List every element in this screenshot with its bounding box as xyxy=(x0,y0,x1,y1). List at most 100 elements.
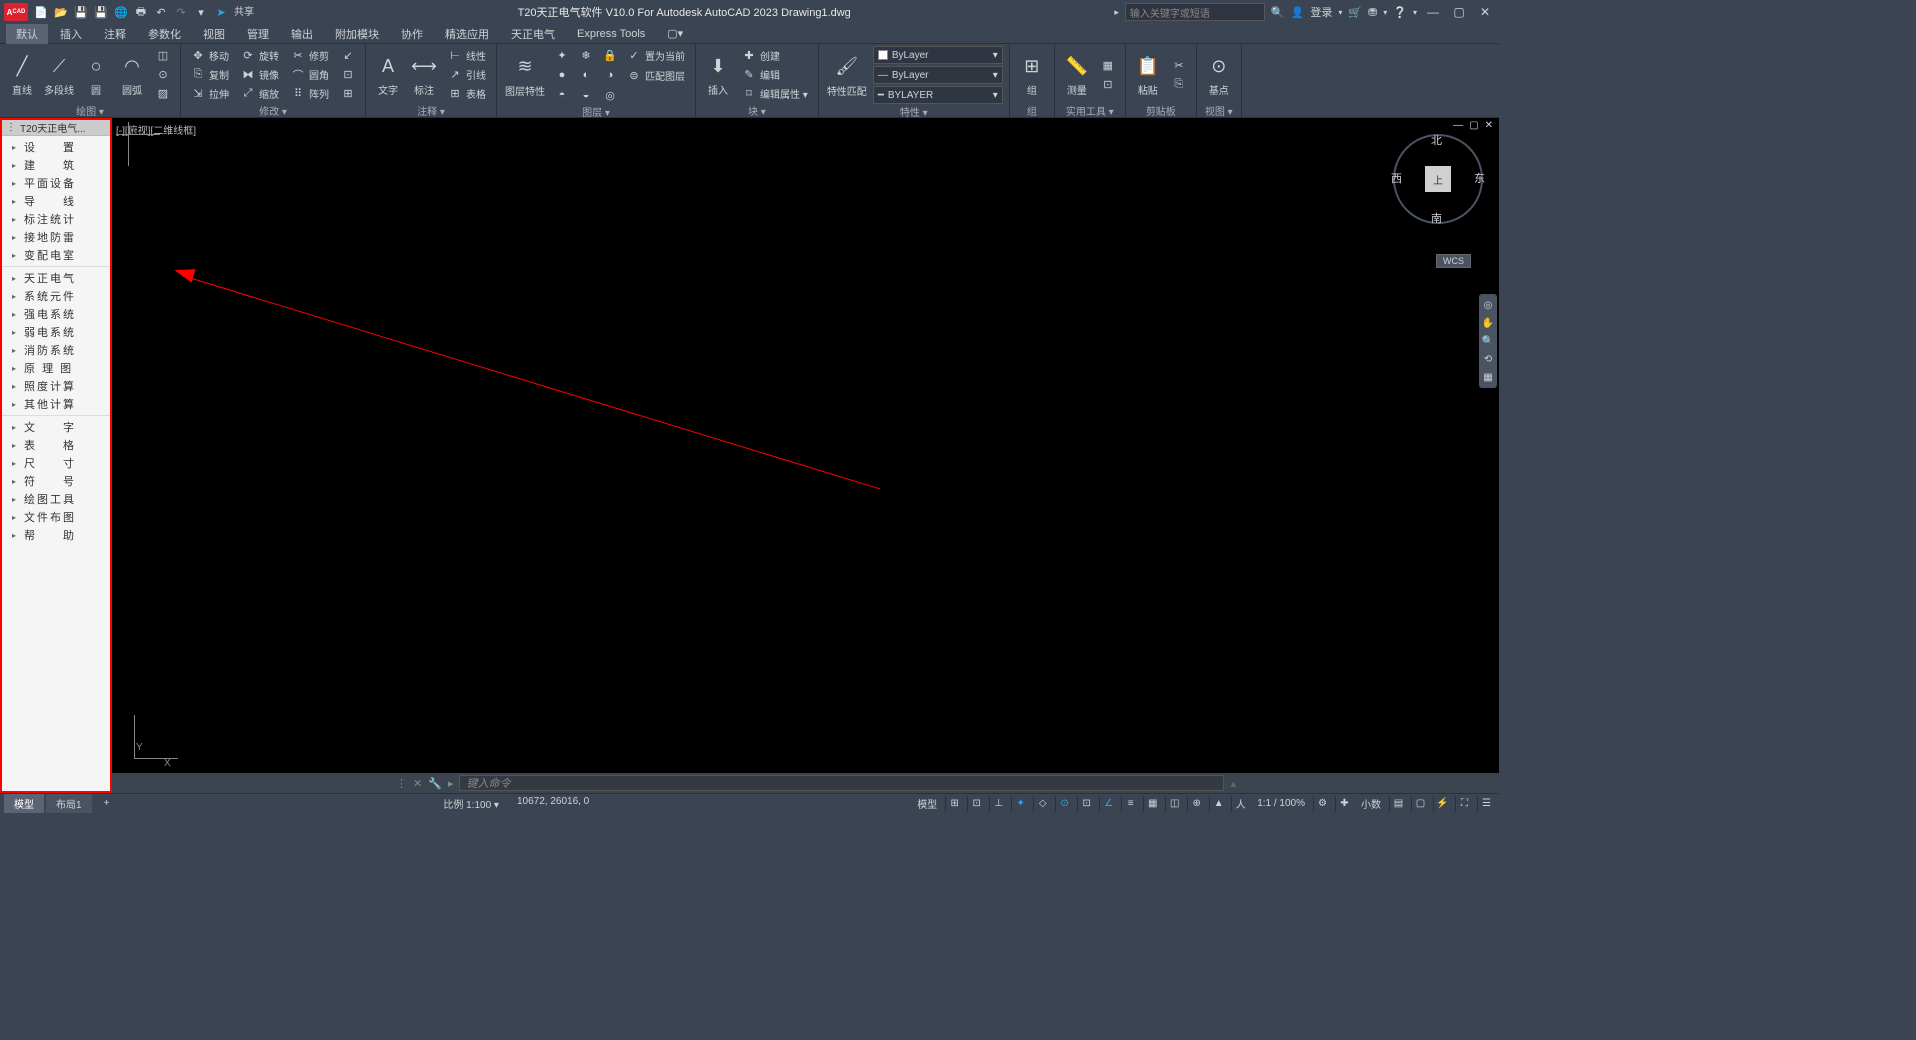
layer-tool-4[interactable]: ● xyxy=(551,66,573,84)
tab-layout1[interactable]: 布局1 xyxy=(46,794,92,813)
layer-tool-7[interactable]: ◓ xyxy=(551,86,573,104)
tab-add[interactable]: + xyxy=(94,796,120,811)
panel-clipboard-title[interactable]: 剪贴板 xyxy=(1132,103,1190,117)
cmd-config-icon[interactable]: 🔧 xyxy=(428,777,442,790)
lineweight-combo[interactable]: ━BYLAYER▾ xyxy=(873,86,1003,104)
copy-clip-button[interactable]: ⎘ xyxy=(1168,75,1190,93)
tab-manage[interactable]: 管理 xyxy=(237,24,279,44)
viewcube-north[interactable]: 北 xyxy=(1431,132,1442,148)
leader-button[interactable]: ↗引线 xyxy=(444,66,490,84)
save-icon[interactable]: 💾 xyxy=(72,3,90,21)
dwg-minimize-icon[interactable]: — xyxy=(1451,120,1465,131)
tab-annotate[interactable]: 注释 xyxy=(94,24,136,44)
side-item-label-stats[interactable]: 标注统计 xyxy=(2,210,110,228)
cmd-handle-icon[interactable]: ⋮ xyxy=(396,777,407,790)
panel-properties-title[interactable]: 特性 ▾ xyxy=(825,104,1003,118)
viewcube-west[interactable]: 西 xyxy=(1391,170,1402,186)
side-item-dimension[interactable]: 尺 寸 xyxy=(2,454,110,472)
layer-tool-2[interactable]: ❄ xyxy=(575,46,597,64)
side-item-text[interactable]: 文 字 xyxy=(2,418,110,436)
circle-button[interactable]: ○圆 xyxy=(80,50,112,99)
viewcube-south[interactable]: 南 xyxy=(1431,210,1442,226)
create-block-button[interactable]: ✚创建 xyxy=(738,47,812,65)
text-button[interactable]: A文字 xyxy=(372,50,404,99)
nav-wheel-icon[interactable]: ◎ xyxy=(1481,298,1495,312)
draw-misc-3[interactable]: ▨ xyxy=(152,85,174,103)
sb-annovisible-icon[interactable]: 人 xyxy=(1231,796,1249,812)
side-item-building[interactable]: 建 筑 xyxy=(2,156,110,174)
match-props-button[interactable]: 🖌特性匹配 xyxy=(825,51,869,100)
tab-insert[interactable]: 插入 xyxy=(50,24,92,44)
panel-utilities-title[interactable]: 实用工具 ▾ xyxy=(1061,103,1119,117)
util-2[interactable]: ⊡ xyxy=(1097,75,1119,93)
status-scale[interactable]: 比例 1:100 ▾ xyxy=(439,796,503,811)
copy-button[interactable]: ⎘复制 xyxy=(187,66,233,84)
tab-express[interactable]: Express Tools xyxy=(567,26,655,42)
wcs-badge[interactable]: WCS xyxy=(1436,254,1471,268)
side-item-table[interactable]: 表 格 xyxy=(2,436,110,454)
sb-plus-icon[interactable]: ✚ xyxy=(1335,796,1353,812)
side-item-tangent-elec[interactable]: 天正电气 xyxy=(2,269,110,287)
edit-attr-button[interactable]: ⌑编辑属性 ▾ xyxy=(738,85,812,103)
search-nav-icon[interactable]: ▸ xyxy=(1114,7,1119,18)
stretch-button[interactable]: ⇲拉伸 xyxy=(187,85,233,103)
panel-draw-title[interactable]: 绘图 ▾ xyxy=(6,103,174,117)
sb-polar-icon[interactable]: ✦ xyxy=(1011,796,1029,812)
sb-annoscale-icon[interactable]: ▲ xyxy=(1209,796,1227,812)
tab-view[interactable]: 视图 xyxy=(193,24,235,44)
edit-block-button[interactable]: ✎编辑 xyxy=(738,66,812,84)
saveas-icon[interactable]: 💾 xyxy=(92,3,110,21)
table-button[interactable]: ⊞表格 xyxy=(444,85,490,103)
sb-iso-icon[interactable]: ◇ xyxy=(1033,796,1051,812)
sb-annomonitor-icon[interactable]: ⊕ xyxy=(1187,796,1205,812)
sb-lwt-icon[interactable]: ≡ xyxy=(1121,796,1139,812)
draw-misc-2[interactable]: ⊙ xyxy=(152,66,174,84)
drawing-canvas[interactable]: [-][俯视][二维线框] — ▢ ✕ Y X 上 北 南 东 xyxy=(112,118,1499,773)
scale-button[interactable]: ⤢缩放 xyxy=(237,85,283,103)
panel-annotation-title[interactable]: 注释 ▾ xyxy=(372,103,490,117)
sb-workspace-icon[interactable]: ▤ xyxy=(1389,796,1407,812)
close-button[interactable]: ✕ xyxy=(1475,3,1495,21)
side-item-schematic[interactable]: 原 理 图 xyxy=(2,359,110,377)
polyline-button[interactable]: ⟋多段线 xyxy=(42,50,76,99)
side-item-symbol[interactable]: 符 号 xyxy=(2,472,110,490)
paste-button[interactable]: 📋粘贴 xyxy=(1132,50,1164,99)
cmd-recent-icon[interactable]: ▴ xyxy=(1230,777,1236,790)
nav-showmotion-icon[interactable]: ▦ xyxy=(1481,370,1495,384)
viewcube-top[interactable]: 上 xyxy=(1425,166,1451,192)
nav-zoom-icon[interactable]: 🔍 xyxy=(1481,334,1495,348)
group-button[interactable]: ⊞组 xyxy=(1016,50,1048,99)
mirror-button[interactable]: ⧓镜像 xyxy=(237,66,283,84)
layer-tool-8[interactable]: ◒ xyxy=(575,86,597,104)
move-button[interactable]: ✥移动 xyxy=(187,47,233,65)
nav-pan-icon[interactable]: ✋ xyxy=(1481,316,1495,330)
linear-button[interactable]: ⊢线性 xyxy=(444,47,490,65)
dwg-maximize-icon[interactable]: ▢ xyxy=(1467,120,1480,131)
tab-parametric[interactable]: 参数化 xyxy=(138,24,191,44)
draw-misc-1[interactable]: ◫ xyxy=(152,47,174,65)
side-item-help[interactable]: 帮 助 xyxy=(2,526,110,544)
sb-hwaccel-icon[interactable]: ⚡ xyxy=(1433,796,1451,812)
side-item-settings[interactable]: 设 置 xyxy=(2,138,110,156)
tab-output[interactable]: 输出 xyxy=(281,24,323,44)
status-units[interactable]: 小数 xyxy=(1357,796,1385,811)
panel-modify-title[interactable]: 修改 ▾ xyxy=(187,103,359,117)
arc-button[interactable]: ◠圆弧 xyxy=(116,50,148,99)
app-icon[interactable]: ACAD xyxy=(4,3,28,21)
layer-match-button[interactable]: ⊜匹配图层 xyxy=(623,66,689,84)
open-icon[interactable]: 📂 xyxy=(52,3,70,21)
sb-snap-icon[interactable]: ⊡ xyxy=(967,796,985,812)
side-item-distribution[interactable]: 变配电室 xyxy=(2,246,110,264)
sb-osnap-icon[interactable]: ⊙ xyxy=(1055,796,1073,812)
basepoint-button[interactable]: ⊙基点 xyxy=(1203,50,1235,99)
modify-misc-2[interactable]: ⊡ xyxy=(337,66,359,84)
sb-cycling-icon[interactable]: ◫ xyxy=(1165,796,1183,812)
viewcube-east[interactable]: 东 xyxy=(1474,170,1485,186)
util-1[interactable]: ▦ xyxy=(1097,56,1119,74)
viewcube[interactable]: 上 北 南 东 西 xyxy=(1393,134,1483,224)
app-switch-icon[interactable]: ⛃ xyxy=(1368,6,1377,19)
status-zoom[interactable]: 1:1 / 100% xyxy=(1253,798,1309,809)
minimize-button[interactable]: — xyxy=(1423,3,1443,21)
side-item-weak-elec[interactable]: 弱电系统 xyxy=(2,323,110,341)
layer-props-button[interactable]: ≋图层特性 xyxy=(503,51,547,100)
